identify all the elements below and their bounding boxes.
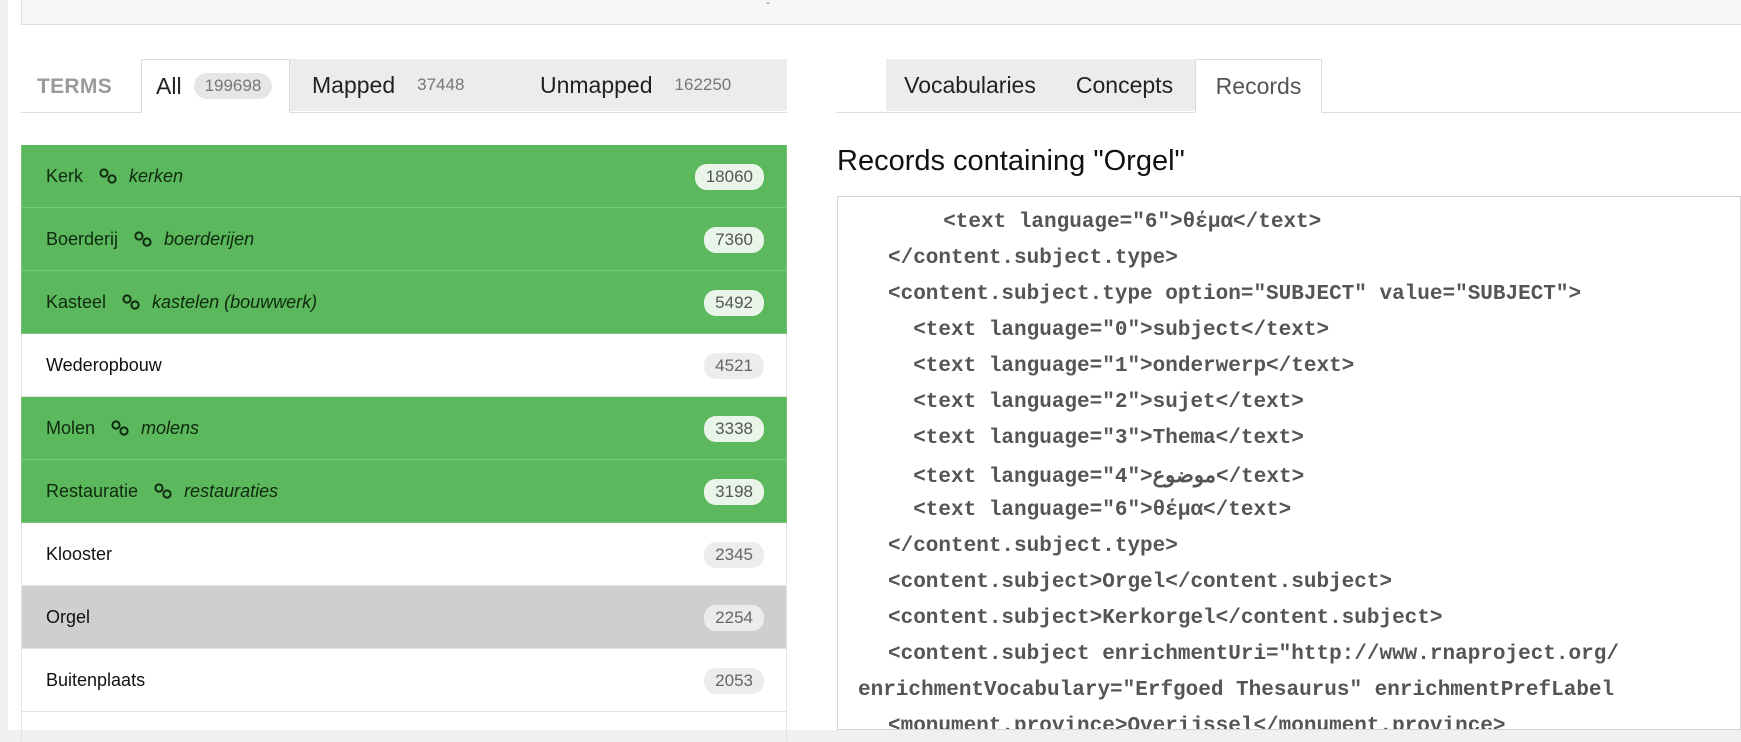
term-row[interactable]: Kasteel kastelen (bouwwerk) 5492 [21,271,787,334]
code-line: <content.subject>Orgel</content.subject> [888,571,1393,594]
term-row[interactable]: Molen molens 3338 [21,397,787,460]
code-line: <text language="6">θέμα</text> [888,499,1292,522]
term-label: Wederopbouw [46,354,162,375]
link-icon [134,231,152,247]
count-badge: 2345 [704,542,764,568]
term-label: Klooster [46,543,113,564]
count-badge: 7360 [704,227,764,253]
code-line: <content.subject>Kerkorgel</content.subj… [888,607,1443,630]
code-line: </content.subject.type> [888,247,1178,270]
top-bar: ˇ [21,0,1741,25]
concept-label: kastelen (bouwwerk) [152,291,318,312]
tab-mapped-count: 37448 [417,75,465,94]
link-icon [111,420,129,436]
terms-tab-bar: TERMS All 199698 Mapped 37448 Unmapped 1… [21,59,787,113]
tab-concepts-label: Concepts [1075,71,1174,98]
term-label: Kasteel [46,291,107,312]
concept-label: boerderijen [164,228,255,249]
code-line: <text language="3">Thema</text> [888,427,1304,450]
term-row[interactable]: Klooster 2345 [21,523,787,586]
term-row-partial [21,712,787,742]
term-row[interactable]: Orgel 2254 [21,586,787,649]
code-line: <content.subject enrichmentUri="http://w… [888,643,1619,666]
term-list: Kerk kerken 18060 Boerderij boerderijen 7360… [21,145,787,742]
tab-unmapped-label: Unmapped [540,71,653,98]
tab-vocabularies-label: Vocabularies [904,71,1036,98]
link-icon [154,483,172,499]
tab-mapped-label: Mapped [312,71,396,98]
term-label: Molen [46,417,96,438]
term-row[interactable]: Buitenplaats 2053 [21,649,787,712]
record-xml-viewer[interactable]: <text language="6">θέμα</text> </content… [837,196,1741,730]
term-row[interactable]: Wederopbouw 4521 [21,334,787,397]
count-badge: 2053 [704,668,764,694]
concept-label: kerken [129,165,184,186]
code-line: <content.subject.type option="SUBJECT" v… [888,283,1582,306]
tab-all-label: All [156,72,182,99]
link-icon [122,294,140,310]
code-line: enrichmentVocabulary="Erfgoed Thesaurus"… [858,679,1615,702]
tab-vocabularies[interactable]: Vocabularies [886,59,1054,111]
term-label: Restauratie [46,480,139,501]
tab-records[interactable]: Records [1195,59,1322,113]
code-line: <text language="4">موضوع</text> [888,466,1305,489]
term-row[interactable]: Boerderij boerderijen 7360 [21,208,787,271]
tab-unmapped[interactable]: Unmapped 162250 [498,59,787,111]
code-line: <text language="6">θέμα</text> [918,211,1322,234]
code-line: <text language="0">subject</text> [888,319,1330,342]
count-badge: 5492 [704,290,764,316]
code-line: <text language="1">onderwerp</text> [888,355,1355,378]
link-icon [99,168,117,184]
code-line: <text language="2">sujet</text> [888,391,1304,414]
term-label: Kerk [46,165,84,186]
term-label: Orgel [46,606,91,627]
term-label: Boerderij [46,228,119,249]
tab-concepts[interactable]: Concepts [1054,59,1195,111]
count-badge: 4521 [704,353,764,379]
concept-label: restauraties [184,480,279,501]
code-line: <monument.province>Overijssel</monument.… [888,715,1506,730]
count-badge: 18060 [694,164,764,190]
tab-records-label: Records [1215,72,1302,99]
count-badge: 3338 [704,416,764,442]
concept-label: molens [141,417,200,438]
terms-label: TERMS [37,75,112,98]
caret-icon: ˇ [766,0,770,14]
tab-unmapped-count: 162250 [674,75,732,94]
tab-mapped[interactable]: Mapped 37448 [290,59,498,111]
term-row[interactable]: Kerk kerken 18060 [21,145,787,208]
count-badge: 3198 [704,479,764,505]
tab-all-count: 199698 [193,73,273,99]
term-row[interactable]: Restauratie restauraties 3198 [21,460,787,523]
term-label: Buitenplaats [46,669,146,690]
records-heading: Records containing "Orgel" [837,145,1185,177]
tab-all[interactable]: All 199698 [141,59,290,113]
code-line: </content.subject.type> [888,535,1178,558]
detail-tab-bar: Vocabularies Concepts Records [836,59,1741,113]
count-badge: 2254 [704,605,764,631]
